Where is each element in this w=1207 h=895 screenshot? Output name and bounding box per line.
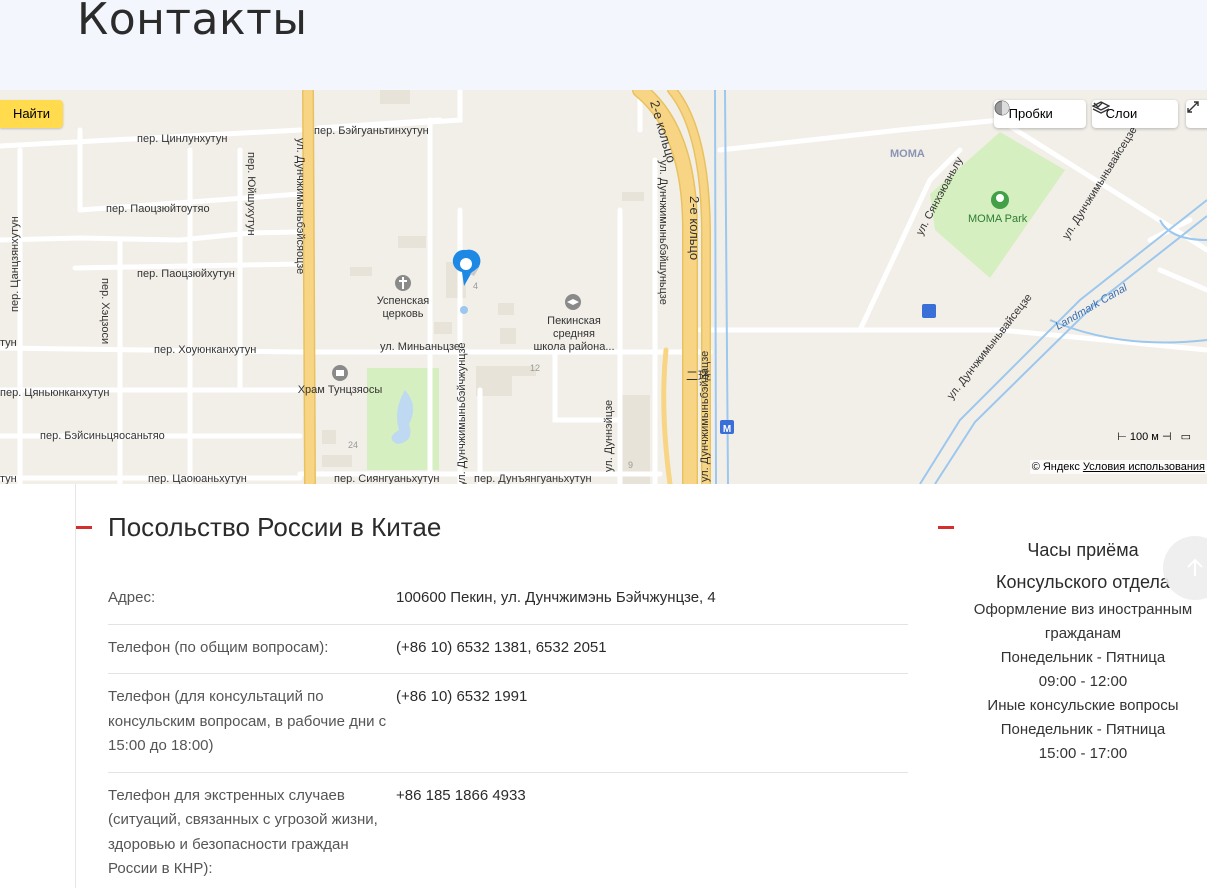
row-value: (+86 10) 6532 1381, 6532 2051 [396, 638, 607, 656]
street-label: ул. Дунчжимыньбэйчжунцзе [456, 343, 468, 485]
street-label: пер. Сиянгуаньхутун [334, 473, 439, 484]
house-number: 12 [530, 363, 540, 373]
street-label: ул. Дунчжимыньбэйсяоцзе [294, 138, 306, 274]
row-label: Адрес: [108, 589, 156, 606]
map-label: MOMA Park [968, 213, 1028, 225]
hours-line: Иные консульские вопросы [987, 697, 1179, 714]
table-row: Телефон (по общим вопросам): (+86 10) 65… [108, 625, 908, 674]
layers-label: Слои [1105, 106, 1138, 121]
ruler-icon[interactable]: ▭ [1181, 431, 1191, 443]
map-canvas[interactable]: M 二环 пер. Цинлунхутун пер. Бэйгуаньтинху… [0, 90, 1207, 484]
map-label: MOMA [890, 148, 925, 160]
street-label: пер. Хоуюнканхутун [154, 344, 256, 356]
street-label: пер. Цинлунхутун [137, 133, 227, 145]
street-label: пер. Паоцзюйхутун [137, 268, 235, 280]
map-label: средняя [553, 328, 595, 340]
row-label: Телефон для экстренных случаев (ситуаций… [108, 786, 378, 878]
hours-line: Понедельник - Пятница [1000, 649, 1166, 666]
street-label: пер. Бэйгуаньтинхутун [314, 125, 429, 137]
hours-line: 09:00 - 12:00 [1038, 673, 1128, 690]
street-label: пер. Паоцзюйтоутяо [106, 203, 210, 215]
layers-button[interactable]: Слои [1092, 100, 1178, 128]
page-title: Контакты [77, 0, 308, 45]
map-find-button[interactable]: Найти [0, 100, 63, 128]
section-marker [938, 526, 954, 529]
street-label: пер. Юйшухутун [245, 152, 257, 236]
street-label: пер. Дунъянгуаньхутун [474, 473, 592, 484]
page-header: Контакты [0, 0, 1207, 90]
street-label: пер. Хэцзоси [99, 278, 111, 344]
map-label: школа района... [533, 341, 614, 353]
map-label: Пекинская [547, 315, 601, 327]
hours-line: 15:00 - 17:00 [1038, 745, 1128, 762]
section-marker [76, 526, 92, 529]
scale-label: 100 м [1129, 431, 1159, 443]
traffic-label: Пробки [1008, 106, 1053, 121]
street-label: тун [0, 473, 17, 484]
street-label: ул. Дуннэйцзе [603, 400, 615, 472]
terms-link[interactable]: Условия использования [1083, 461, 1205, 473]
street-label: ул. Дунчжимыньвайсецзе [945, 292, 1035, 402]
yandex-map[interactable]: M 二环 пер. Цинлунхутун пер. Бэйгуаньтинху… [0, 90, 1207, 484]
hours-line: Понедельник - Пятница [1000, 721, 1166, 738]
map-scale: ⊢ 100 м ⊣ ▭ [1117, 430, 1191, 443]
street-label: тун [0, 337, 17, 349]
row-label: Телефон (для консультаций по консульским… [108, 688, 387, 754]
table-row: Телефон (для консультаций по консульским… [108, 674, 908, 773]
hours-line: гражданам [1044, 625, 1122, 642]
street-label: ул. Миньаньцзе [380, 341, 460, 353]
street-label: пер. Цаоюаньхутун [148, 473, 247, 484]
svg-text:M: M [723, 424, 731, 435]
traffic-button[interactable]: Пробки [994, 100, 1086, 128]
content-divider [75, 484, 76, 888]
embassy-title: Посольство России в Китае [108, 512, 442, 542]
map-label: Landmark Canal [1054, 282, 1130, 333]
map-label: церковь [382, 308, 423, 320]
row-value: (+86 10) 6532 1991 [396, 688, 528, 705]
hours-line: Оформление виз иностранным [973, 601, 1193, 618]
map-label: Храм Тунцзяосы [298, 384, 383, 396]
row-value: +86 185 1866 4933 [396, 786, 526, 804]
scale-bar-icon: ⊣ [1161, 431, 1172, 443]
house-number: 24 [348, 440, 358, 450]
street-label: пер. Цяньюнканхутун [0, 387, 110, 399]
house-number: 4 [473, 281, 478, 291]
street-label: пер. Бэйсиньцяосаньтяо [40, 430, 165, 442]
fullscreen-button[interactable] [1186, 100, 1207, 128]
scale-bar-icon: ⊢ [1117, 431, 1127, 443]
house-number: 9 [628, 460, 633, 470]
map-copyright: © Яндекс Условия использования [1029, 460, 1207, 474]
table-row: Адрес: 100600 Пекин, ул. Дунчжимэнь Бэйч… [108, 575, 908, 625]
street-label: ул. Дунчжимыньбэйдацзе [699, 351, 711, 482]
table-row: Телефон для экстренных случаев (ситуаций… [108, 773, 908, 895]
street-label: ул. Дунчжимыньбэйшуньцзе [657, 160, 669, 305]
street-label: пер. Цанцзянхутун [9, 216, 21, 312]
row-value: 100600 Пекин, ул. Дунчжимэнь Бэйчжунцзе,… [396, 589, 716, 606]
map-label: Успенская [377, 295, 430, 307]
arrow-up-icon [1187, 558, 1203, 576]
street-label: ул. Дунчжимыньвайсецзе [1060, 125, 1139, 242]
street-label: 2-е кольцо [687, 196, 702, 260]
row-label: Телефон (по общим вопросам): [108, 638, 329, 656]
copyright-text: © Яндекс [1031, 461, 1080, 473]
contact-table: Адрес: 100600 Пекин, ул. Дунчжимэнь Бэйч… [108, 575, 908, 895]
